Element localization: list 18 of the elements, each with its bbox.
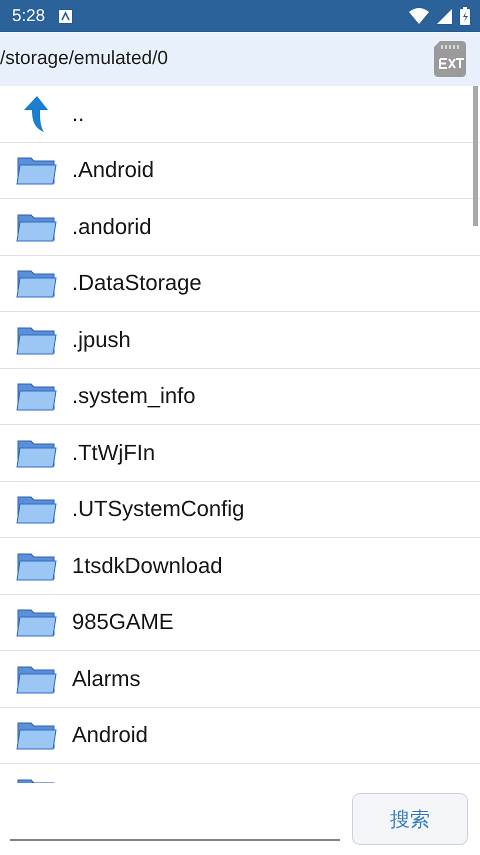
sd-card-icon[interactable] <box>434 41 466 77</box>
status-time: 5:28 <box>12 6 46 26</box>
file-row[interactable]: .DataStorage <box>0 256 480 312</box>
file-row[interactable]: .andorid <box>0 199 480 256</box>
file-row[interactable]: 1tsdkDownload <box>0 538 480 594</box>
file-row[interactable]: Android <box>0 708 480 764</box>
file-row[interactable]: Alarms <box>0 651 480 708</box>
current-path: /storage/emulated/0 <box>0 48 168 70</box>
file-row[interactable]: .system_info <box>0 368 480 425</box>
file-row[interactable]: .jpush <box>0 312 480 368</box>
signal-icon <box>437 8 452 24</box>
wifi-icon <box>409 8 429 24</box>
file-row[interactable]: .UTSystemConfig <box>0 482 480 538</box>
search-button[interactable]: 搜索 <box>352 793 468 845</box>
file-row[interactable]: 985GAME <box>0 594 480 651</box>
file-row[interactable]: .TtWjFIn <box>0 425 480 482</box>
notification-icon <box>59 10 72 22</box>
battery-icon <box>460 7 470 25</box>
